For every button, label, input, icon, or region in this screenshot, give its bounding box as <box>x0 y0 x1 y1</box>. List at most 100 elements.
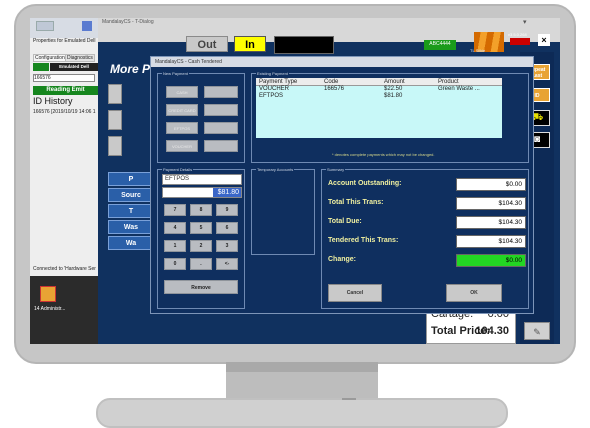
settings-icon[interactable]: ✎ <box>524 322 550 340</box>
tab-diagnostics[interactable]: Diagnostics <box>65 54 95 62</box>
amount-field-value: $81.80 <box>213 188 241 197</box>
out-button[interactable]: Out <box>186 36 228 52</box>
properties-title: Properties for Emulated Dell <box>33 38 96 44</box>
monitor-stand-shadow <box>226 362 378 372</box>
table-note: * denotes complete payments which may no… <box>332 152 435 157</box>
row1-amount: $22.50 <box>384 86 403 92</box>
account-outstanding-label: Account Outstanding: <box>328 180 402 187</box>
keypad-2[interactable]: 2 <box>190 240 212 252</box>
search-input[interactable]: 166576 <box>33 74 95 82</box>
existing-payment-legend: Existing Payment <box>256 71 289 76</box>
payment-blank-button-2[interactable] <box>204 104 238 116</box>
payment-details-legend: Payment Details <box>162 167 194 172</box>
left-tile-3[interactable] <box>108 136 122 156</box>
payment-blank-button-4[interactable] <box>204 140 238 152</box>
emulated-label: Emulated Dell <box>50 63 98 71</box>
window-blue-icon <box>82 21 92 31</box>
sidebar-button-1[interactable]: P <box>108 172 154 186</box>
payment-type-field[interactable]: EFTPOS <box>162 174 242 185</box>
play-icon[interactable] <box>33 63 49 71</box>
keypad-1[interactable]: 1 <box>164 240 186 252</box>
keypad-7[interactable]: 7 <box>164 204 186 216</box>
keypad-3[interactable]: 3 <box>216 240 238 252</box>
total-this-trans-value: $104.30 <box>456 197 526 210</box>
payment-blank-button-3[interactable] <box>204 122 238 134</box>
cash-tendered-dialog: MandalayCS - Cash Tendered New Payment C… <box>150 56 534 314</box>
existing-payment-table[interactable]: Payment Type Code Amount Product VOUCHER… <box>256 78 502 138</box>
column-header-amount: Amount <box>384 79 405 85</box>
voucher-button[interactable]: VOUCHER <box>166 140 198 152</box>
cash-button[interactable]: CASH <box>166 86 198 98</box>
in-button[interactable]: In <box>234 36 266 52</box>
alert-indicator <box>510 38 530 45</box>
amount-field[interactable]: $81.80 <box>162 187 242 198</box>
cancel-button[interactable]: Cancel <box>328 284 382 302</box>
total-due-value: $104.30 <box>456 216 526 229</box>
reading-status-bar: Reading Emit <box>33 86 98 95</box>
tab-configuration[interactable]: Configuration <box>33 54 67 62</box>
sidebar-button-source[interactable]: Sourc <box>108 188 154 202</box>
minimize-icon[interactable]: ▾ <box>523 18 527 26</box>
new-payment-group: New Payment CASH CREDIT CARD EFTPOS VOUC… <box>157 71 245 163</box>
window-icon <box>36 21 54 31</box>
desktop-window-header <box>30 18 98 38</box>
keypad-decimal[interactable]: . <box>190 258 212 270</box>
close-icon[interactable]: × <box>538 34 550 46</box>
column-header-payment-type: Payment Type <box>259 79 298 85</box>
left-tile-2[interactable] <box>108 110 122 130</box>
temporary-accounts-legend: Temporary Accounts <box>256 167 295 172</box>
column-header-code: Code <box>324 79 339 85</box>
history-row[interactable]: 166576 [2019/10/19 14:06 1 <box>33 109 96 115</box>
table-header: Payment Type Code Amount Product <box>256 78 502 86</box>
summary-group: Summary Account Outstanding: $0.00 Total… <box>321 167 529 309</box>
credit-card-button[interactable]: CREDIT CARD <box>166 104 198 116</box>
monitor-screen: Properties for Emulated Dell Configurati… <box>30 18 560 344</box>
keypad-9[interactable]: 9 <box>216 204 238 216</box>
id-history-heading: ID History <box>33 96 73 106</box>
payment-blank-button-1[interactable] <box>204 86 238 98</box>
keypad-8[interactable]: 8 <box>190 204 212 216</box>
eftpos-button[interactable]: EFTPOS <box>166 122 198 134</box>
change-label: Change: <box>328 256 356 263</box>
column-header-product: Product <box>438 79 459 85</box>
left-tile-1[interactable] <box>108 84 122 104</box>
total-this-trans-label: Total This Trans: <box>328 199 384 206</box>
tendered-this-trans-value: $104.30 <box>456 235 526 248</box>
row1-code: 166576 <box>324 86 345 92</box>
keypad-4[interactable]: 4 <box>164 222 186 234</box>
temporary-accounts-group: Temporary Accounts <box>251 167 315 255</box>
ok-button[interactable]: OK <box>446 284 502 302</box>
keypad-6[interactable]: 6 <box>216 222 238 234</box>
sidebar-button-waste[interactable]: Was <box>108 220 154 234</box>
taskbar-app-label: 14 Administr... <box>34 306 66 312</box>
change-value: $0.00 <box>456 254 526 267</box>
keypad-0[interactable]: 0 <box>164 258 186 270</box>
sidebar-button-3[interactable]: T <box>108 204 154 218</box>
user-label: TL Silkie <box>470 48 486 53</box>
row2-payment-type: EFTPOS <box>259 93 284 99</box>
total-price-value: 104.30 <box>475 325 509 337</box>
remove-button[interactable]: Remove <box>164 280 238 294</box>
keypad-5[interactable]: 5 <box>190 222 212 234</box>
monitor-base-slot <box>342 398 356 400</box>
payment-details-group: Payment Details EFTPOS $81.80 7 8 9 4 5 … <box>157 167 245 309</box>
desktop-left-panel: Properties for Emulated Dell Configurati… <box>30 18 98 344</box>
vehicle-badge: ABC4444 <box>424 40 456 50</box>
connected-status: Connected to 'Hardware Ser <box>33 266 96 272</box>
desktop-background: 14 Administr... <box>30 276 98 344</box>
app-version: v3.5.0.268 <box>508 32 527 37</box>
account-outstanding-value: $0.00 <box>456 178 526 191</box>
new-payment-legend: New Payment <box>162 71 189 76</box>
keypad-backspace[interactable]: <- <box>216 258 238 270</box>
dialog-title: MandalayCS - Cash Tendered <box>151 57 533 67</box>
sidebar-button-wa[interactable]: Wa <box>108 236 154 250</box>
total-due-label: Total Due: <box>328 218 362 225</box>
app-shortcut-icon[interactable] <box>40 286 56 302</box>
table-row[interactable]: VOUCHER 166576 $22.50 Green Waste ... <box>256 86 502 93</box>
row1-payment-type: VOUCHER <box>259 86 290 92</box>
app-title: MandalayCS - T-Dialog <box>102 19 154 25</box>
table-row[interactable]: EFTPOS $81.80 <box>256 93 502 100</box>
row1-product: Green Waste ... <box>438 86 480 92</box>
sidebar-heading: More P <box>110 62 151 76</box>
summary-legend: Summary <box>326 167 346 172</box>
